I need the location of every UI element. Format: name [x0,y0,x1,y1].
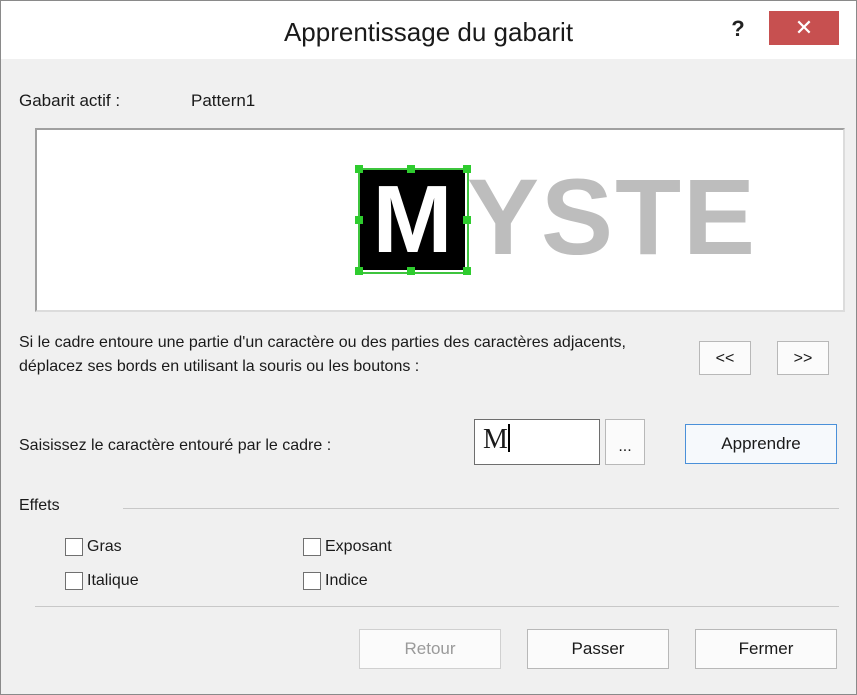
close-button[interactable]: Fermer [695,629,837,669]
character-input-value: M [483,424,508,455]
frame-handle-bottom[interactable] [407,267,415,275]
character-input[interactable]: M [474,419,600,465]
italic-checkbox-label: Italique [87,572,139,589]
instruction-text: Si le cadre entoure une partie d'un cara… [19,334,626,375]
footer-divider [35,606,839,607]
back-button[interactable]: Retour [359,629,501,669]
active-pattern-value: Pattern1 [191,91,256,110]
skip-button[interactable]: Passer [527,629,669,669]
bold-checkbox[interactable]: Gras [65,538,122,556]
learn-button[interactable]: Apprendre [685,424,837,464]
subscript-checkbox-box[interactable] [303,572,321,590]
frame-handle-left[interactable] [355,216,363,224]
subscript-checkbox[interactable]: Indice [303,572,368,590]
dialog-window: Apprentissage du gabarit ? ✕ Gabarit act… [0,0,857,695]
bold-checkbox-box[interactable] [65,538,83,556]
title-bar: Apprentissage du gabarit ? ✕ [1,1,856,59]
italic-checkbox[interactable]: Italique [65,572,139,590]
frame-handle-top[interactable] [407,165,415,173]
frame-handle-bottom-left[interactable] [355,267,363,275]
browse-characters-button[interactable]: ... [605,419,645,465]
effects-label: Effets [19,497,60,514]
remaining-characters: YSTE [467,156,758,277]
italic-checkbox-box[interactable] [65,572,83,590]
next-button[interactable]: >> [777,341,829,375]
effects-divider [123,508,839,509]
selection-frame[interactable] [358,168,469,274]
close-window-button[interactable]: ✕ [769,11,839,45]
superscript-checkbox-label: Exposant [325,538,392,555]
superscript-checkbox[interactable]: Exposant [303,538,392,556]
superscript-checkbox-box[interactable] [303,538,321,556]
character-entry-label: Saisissez le caractère entouré par le ca… [19,437,332,454]
active-pattern-label: Gabarit actif : [19,91,121,110]
previous-button[interactable]: << [699,341,751,375]
subscript-checkbox-label: Indice [325,572,368,589]
text-caret [507,424,510,452]
character-preview[interactable]: M YSTE [35,128,845,312]
frame-handle-top-left[interactable] [355,165,363,173]
help-button[interactable]: ? [723,13,753,45]
bold-checkbox-label: Gras [87,538,122,555]
